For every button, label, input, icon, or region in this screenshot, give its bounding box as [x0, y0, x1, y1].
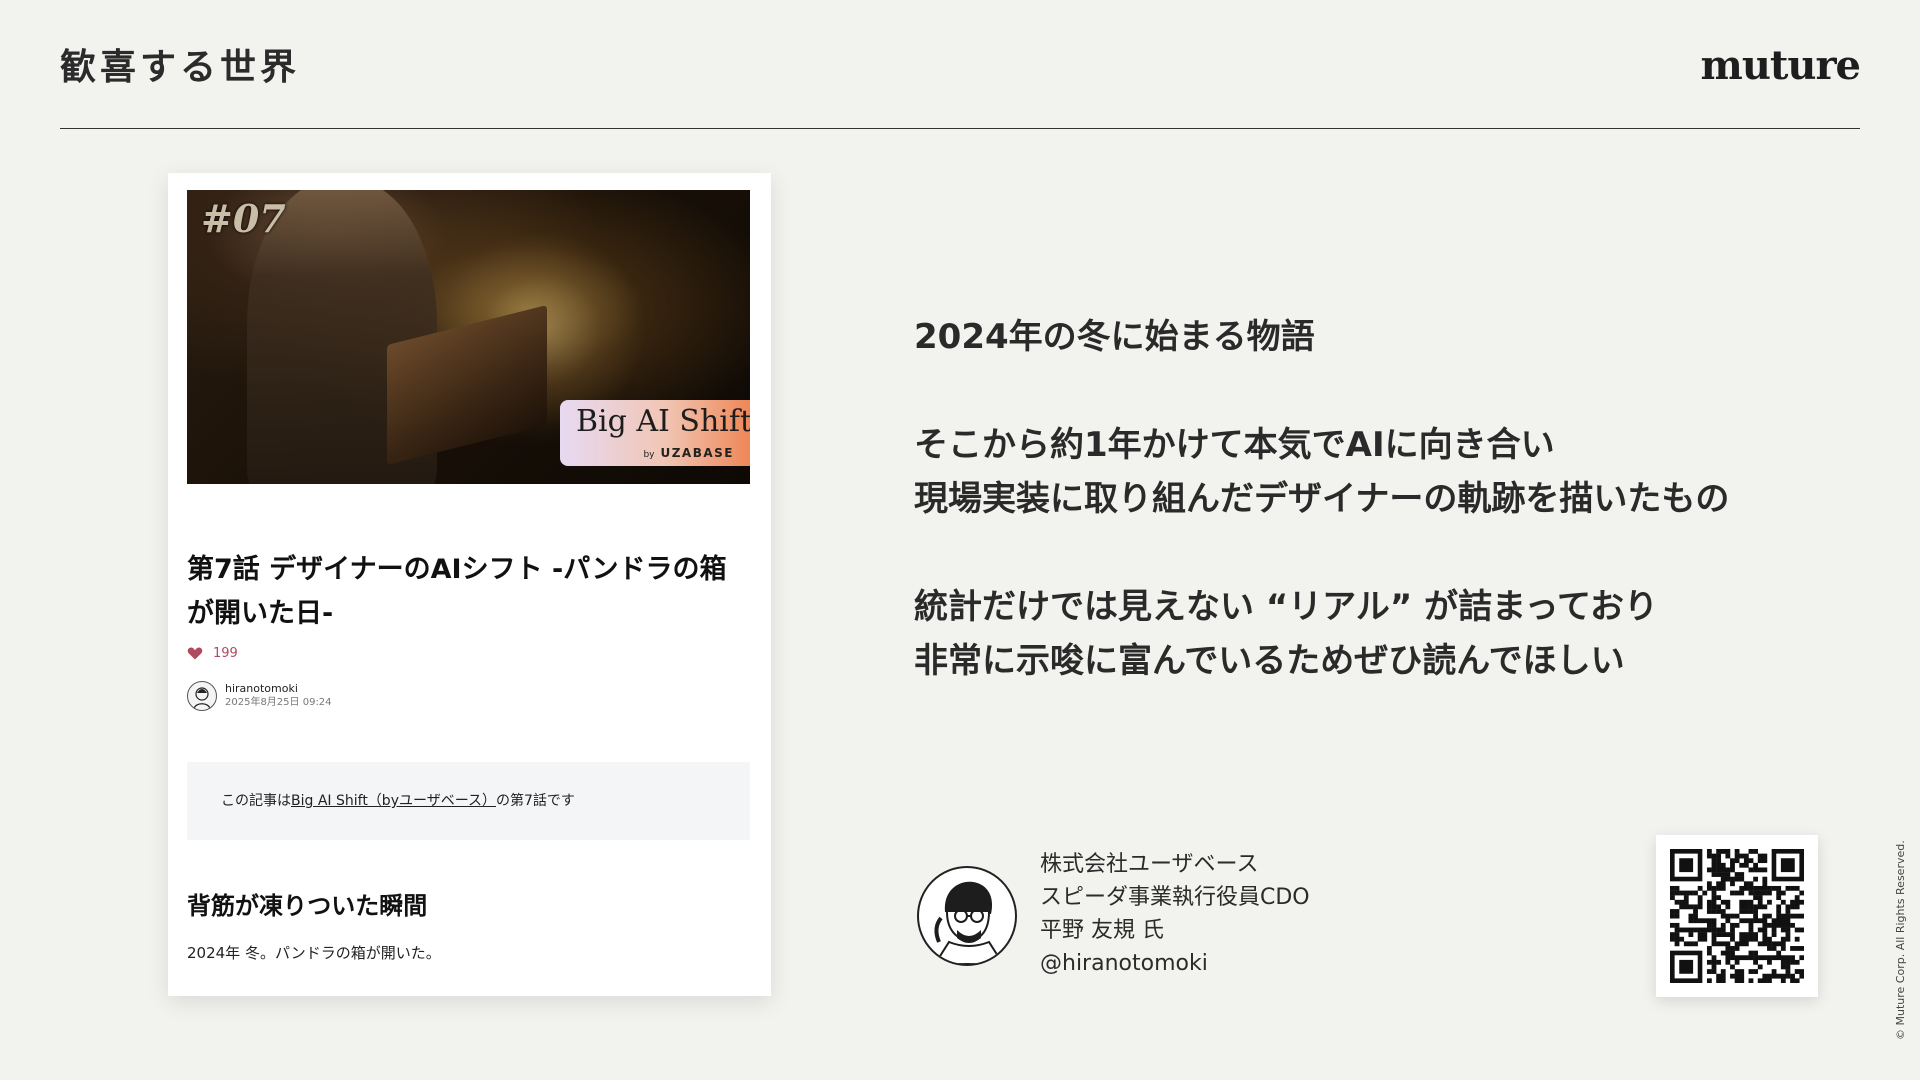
qr-code-pattern — [1670, 849, 1804, 983]
profile-name: 平野 友規 氏 — [1040, 918, 1164, 943]
profile-handle[interactable]: @hiranotomoki — [1040, 947, 1310, 980]
big-ai-shift-badge: Big AI Shift by UZABASE — [560, 400, 750, 466]
note-suffix: の第7話です — [496, 793, 575, 809]
copyright-notice: © Muture Corp. All Rights Reserved. — [1894, 840, 1907, 1040]
hero-episode-label: #07 — [201, 196, 286, 241]
heart-icon[interactable] — [187, 645, 203, 661]
article-card[interactable]: #07 Big AI Shift by UZABASE 第7話 デザイナーのAIシ… — [168, 173, 771, 996]
slide-title: 歓喜する世界 — [60, 47, 301, 88]
badge-brand: UZABASE — [660, 446, 734, 460]
badge-subtitle: by UZABASE — [643, 446, 734, 460]
profile-role: スピーダ事業執行役員CDO — [1040, 885, 1310, 910]
like-count: 199 — [213, 645, 238, 661]
badge-title: Big AI Shift — [576, 404, 750, 439]
story-text: 2024年の冬に始まる物語 そこから約1年かけて本気でAIに向き合い 現場実装に… — [914, 310, 1814, 688]
story-spacer — [914, 526, 1814, 580]
series-link[interactable]: Big AI Shift（byユーザベース） — [291, 793, 496, 809]
author-name: hiranotomoki — [225, 682, 298, 695]
article-title[interactable]: 第7話 デザイナーのAIシフト -パンドラの箱が開いた日- — [187, 548, 747, 636]
series-note-box: この記事はBig AI Shift（byユーザベース）の第7話です — [187, 762, 750, 840]
story-line: 2024年の冬に始まる物語 — [914, 317, 1315, 357]
section-heading: 背筋が凍りついた瞬間 — [187, 892, 428, 920]
author-date: 2025年8月25日 09:24 — [225, 697, 332, 708]
section-body: 2024年 冬。パンドラの箱が開いた。 — [187, 944, 441, 962]
author-avatar-illustration — [193, 687, 211, 710]
story-line: 非常に示唆に富んでいるためぜひ読んでほしい — [914, 641, 1625, 681]
header-divider — [60, 128, 1860, 129]
series-note-text: この記事はBig AI Shift（byユーザベース）の第7話です — [221, 790, 575, 810]
story-line: 現場実装に取り組んだデザイナーの軌跡を描いたもの — [914, 479, 1730, 519]
author-avatar[interactable] — [187, 681, 217, 711]
story-line: 統計だけでは見えない “リアル” が詰まっており — [914, 587, 1658, 627]
story-spacer — [914, 364, 1814, 418]
note-prefix: この記事は — [221, 793, 291, 809]
profile-info: 株式会社ユーザベース スピーダ事業執行役員CDO 平野 友規 氏 @hirano… — [1040, 848, 1310, 980]
article-author[interactable]: hiranotomoki 2025年8月25日 09:24 — [187, 681, 332, 711]
badge-by: by — [643, 450, 655, 460]
profile-avatar — [917, 866, 1017, 966]
profile-avatar-illustration — [933, 881, 1005, 964]
qr-code[interactable] — [1656, 835, 1818, 997]
article-hero-image: #07 Big AI Shift by UZABASE — [187, 190, 750, 484]
profile-company: 株式会社ユーザベース — [1040, 852, 1259, 877]
muture-logo: muture — [1700, 42, 1861, 89]
story-line: そこから約1年かけて本気でAIに向き合い — [914, 425, 1555, 465]
like-row[interactable]: 199 — [187, 643, 238, 663]
